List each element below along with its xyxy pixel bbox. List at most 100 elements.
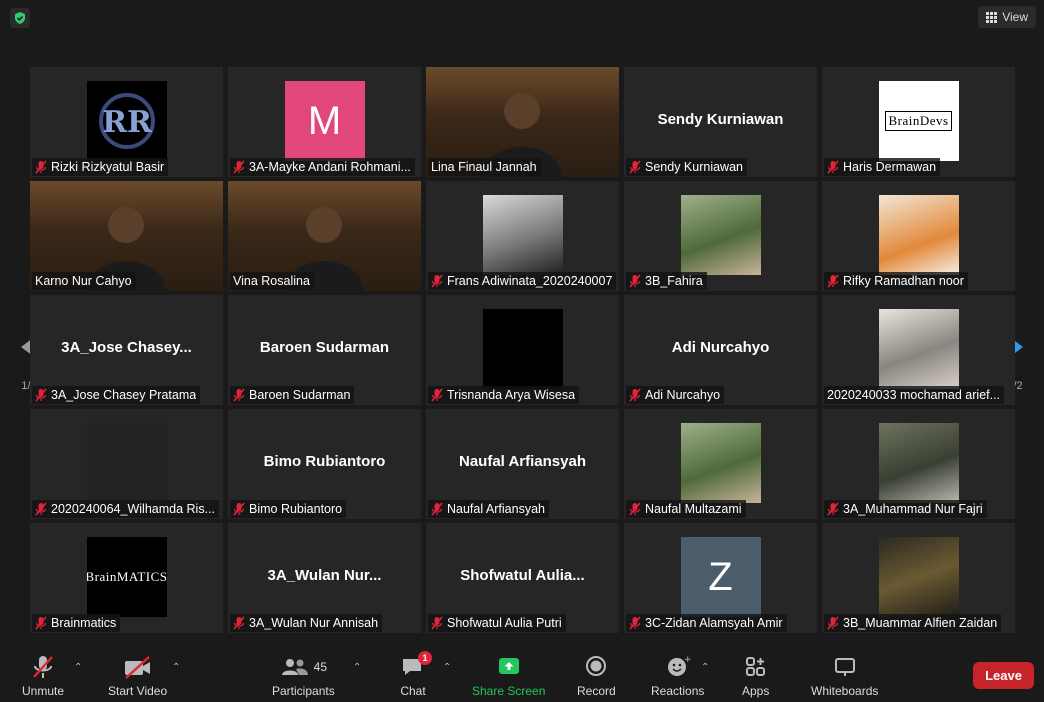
participant-tile[interactable]: Frans Adiwinata_2020240007 bbox=[426, 181, 619, 291]
microphone-muted-icon bbox=[233, 616, 245, 630]
participant-tile[interactable]: Baroen Sudarman Baroen Sudarman bbox=[228, 295, 421, 405]
participant-tile[interactable]: Trisnanda Arya Wisesa bbox=[426, 295, 619, 405]
participant-nameplate: 3A_Jose Chasey Pratama bbox=[32, 386, 201, 404]
participant-tile[interactable]: Z 3C-Zidan Alamsyah Amir bbox=[624, 523, 817, 633]
participant-avatar bbox=[482, 309, 563, 389]
view-button[interactable]: View bbox=[978, 6, 1036, 28]
participant-name-label: Naufal Arfiansyah bbox=[447, 502, 545, 516]
apps-button[interactable]: Apps bbox=[742, 654, 769, 698]
whiteboards-button[interactable]: Whiteboards bbox=[811, 654, 878, 698]
participant-tile[interactable]: Shofwatul Aulia... Shofwatul Aulia Putri bbox=[426, 523, 619, 633]
participant-tile[interactable]: Karno Nur Cahyo bbox=[30, 181, 223, 291]
participant-avatar bbox=[86, 423, 167, 503]
share-screen-icon bbox=[498, 658, 519, 674]
participant-name-label: 2020240064_Wilhamda Ris... bbox=[51, 502, 215, 516]
microphone-muted-icon bbox=[35, 388, 47, 402]
outdoor-photo-icon bbox=[680, 195, 761, 275]
participant-name-label: 3A_Jose Chasey Pratama bbox=[51, 388, 197, 402]
participants-icon bbox=[281, 659, 308, 675]
microphone-muted-icon bbox=[233, 388, 245, 402]
microphone-muted-icon bbox=[35, 616, 47, 630]
video-camera-off-icon bbox=[124, 656, 150, 679]
start-video-button[interactable]: Start Video bbox=[108, 654, 167, 698]
participant-name-label: Karno Nur Cahyo bbox=[35, 274, 132, 288]
participant-name-label: Rizki Rizkyatul Basir bbox=[51, 160, 165, 174]
participant-tile[interactable]: RR Rizki Rizkyatul Basir bbox=[30, 67, 223, 177]
participant-tile[interactable]: 3A_Jose Chasey... 3A_Jose Chasey Pratama bbox=[30, 295, 223, 405]
reactions-button[interactable]: + Reactions bbox=[651, 654, 704, 698]
participant-tile[interactable]: Naufal Arfiansyah Naufal Arfiansyah bbox=[426, 409, 619, 519]
encryption-shield-icon[interactable] bbox=[10, 8, 30, 28]
microphone-muted-icon bbox=[35, 502, 47, 516]
whiteboard-icon bbox=[834, 658, 855, 676]
participant-tile[interactable]: Sendy Kurniawan Sendy Kurniawan bbox=[624, 67, 817, 177]
chat-options-chevron-icon[interactable]: ⌃ bbox=[443, 662, 451, 673]
participants-button[interactable]: 45 Participants bbox=[272, 654, 335, 698]
participant-name-label: Vina Rosalina bbox=[233, 274, 310, 288]
participant-nameplate: Frans Adiwinata_2020240007 bbox=[428, 272, 617, 290]
start-video-label: Start Video bbox=[108, 684, 168, 698]
microphone-muted-icon bbox=[431, 388, 443, 402]
participant-tile[interactable]: 3B_Muammar Alfien Zaidan bbox=[822, 523, 1015, 633]
participant-nameplate: Baroen Sudarman bbox=[230, 386, 355, 404]
participant-nameplate: 2020240033 mochamad arief... bbox=[824, 386, 1005, 404]
participant-name-label: 3B_Fahira bbox=[645, 274, 703, 288]
microphone-muted-icon bbox=[431, 616, 443, 630]
participant-tile[interactable]: Rifky Ramadhan noor bbox=[822, 181, 1015, 291]
participant-name-label: Baroen Sudarman bbox=[249, 388, 351, 402]
participant-name-label: 2020240033 mochamad arief... bbox=[827, 388, 1001, 402]
participant-display-name: Sendy Kurniawan bbox=[657, 111, 784, 128]
unmute-button[interactable]: Unmute bbox=[22, 654, 64, 698]
participant-name-label: Brainmatics bbox=[51, 616, 117, 630]
whiteboards-label: Whiteboards bbox=[811, 684, 879, 698]
participant-tile[interactable]: Vina Rosalina bbox=[228, 181, 421, 291]
participant-nameplate: Naufal Multazami bbox=[626, 500, 746, 518]
chat-button[interactable]: 1 Chat bbox=[400, 651, 432, 698]
participant-display-name: Bimo Rubiantoro bbox=[263, 453, 386, 470]
participant-display-name: 3A_Jose Chasey... bbox=[61, 339, 192, 356]
participant-tile[interactable]: Bimo Rubiantoro Bimo Rubiantoro bbox=[228, 409, 421, 519]
participant-tile[interactable]: Naufal Multazami bbox=[624, 409, 817, 519]
participant-tile[interactable]: 3A_Muhammad Nur Fajri bbox=[822, 409, 1015, 519]
participant-tile[interactable]: 3B_Fahira bbox=[624, 181, 817, 291]
outdoor-photo-icon bbox=[680, 423, 761, 503]
participant-tile[interactable]: 2020240064_Wilhamda Ris... bbox=[30, 409, 223, 519]
participant-name-label: Rifky Ramadhan noor bbox=[843, 274, 964, 288]
microphone-muted-icon bbox=[33, 656, 53, 678]
audio-options-chevron-icon[interactable]: ⌃ bbox=[74, 662, 82, 673]
reactions-options-chevron-icon[interactable]: ⌃ bbox=[701, 662, 709, 673]
participant-tile[interactable]: Lina Finaul Jannah bbox=[426, 67, 619, 177]
participant-name-label: 3A-Mayke Andani Rohmani... bbox=[249, 160, 411, 174]
microphone-muted-icon bbox=[431, 274, 443, 288]
participant-name-label: Shofwatul Aulia Putri bbox=[447, 616, 562, 630]
participant-name-label: Sendy Kurniawan bbox=[645, 160, 743, 174]
video-options-chevron-icon[interactable]: ⌃ bbox=[172, 662, 180, 673]
participant-nameplate: Haris Dermawan bbox=[824, 158, 941, 176]
participants-options-chevron-icon[interactable]: ⌃ bbox=[353, 662, 361, 673]
avatar-letter: Z bbox=[708, 554, 733, 599]
participant-tile[interactable]: 2020240033 mochamad arief... bbox=[822, 295, 1015, 405]
participant-gallery: RR Rizki Rizkyatul Basir M 3A-Mayke Andani … bbox=[30, 67, 1016, 633]
participant-nameplate: 3B_Muammar Alfien Zaidan bbox=[824, 614, 1002, 632]
participant-nameplate: 2020240064_Wilhamda Ris... bbox=[32, 500, 219, 518]
leave-button[interactable]: Leave bbox=[973, 662, 1034, 689]
microphone-muted-icon bbox=[35, 160, 47, 174]
participant-name-label: Adi Nurcahyo bbox=[645, 388, 721, 402]
participant-avatar: Z bbox=[680, 537, 761, 617]
record-button[interactable]: Record bbox=[577, 654, 616, 698]
participant-tile[interactable]: 3A_Wulan Nur... 3A_Wulan Nur Annisah bbox=[228, 523, 421, 633]
participant-tile[interactable]: Adi Nurcahyo Adi Nurcahyo bbox=[624, 295, 817, 405]
microphone-muted-icon bbox=[233, 502, 245, 516]
participants-count: 45 bbox=[313, 660, 328, 674]
microphone-muted-icon bbox=[629, 160, 641, 174]
participant-tile[interactable]: M 3A-Mayke Andani Rohmani... bbox=[228, 67, 421, 177]
share-screen-button[interactable]: Share Screen bbox=[472, 654, 545, 698]
participant-name-label: 3B_Muammar Alfien Zaidan bbox=[843, 616, 998, 630]
participant-name-label: Naufal Multazami bbox=[645, 502, 742, 516]
participant-nameplate: 3A_Wulan Nur Annisah bbox=[230, 614, 383, 632]
participant-nameplate: 3B_Fahira bbox=[626, 272, 707, 290]
participant-tile[interactable]: BrainMATICS Brainmatics bbox=[30, 523, 223, 633]
masked-person-photo-icon bbox=[482, 195, 563, 275]
participant-tile[interactable]: BrainDevs Haris Dermawan bbox=[822, 67, 1015, 177]
participant-nameplate: Trisnanda Arya Wisesa bbox=[428, 386, 580, 404]
